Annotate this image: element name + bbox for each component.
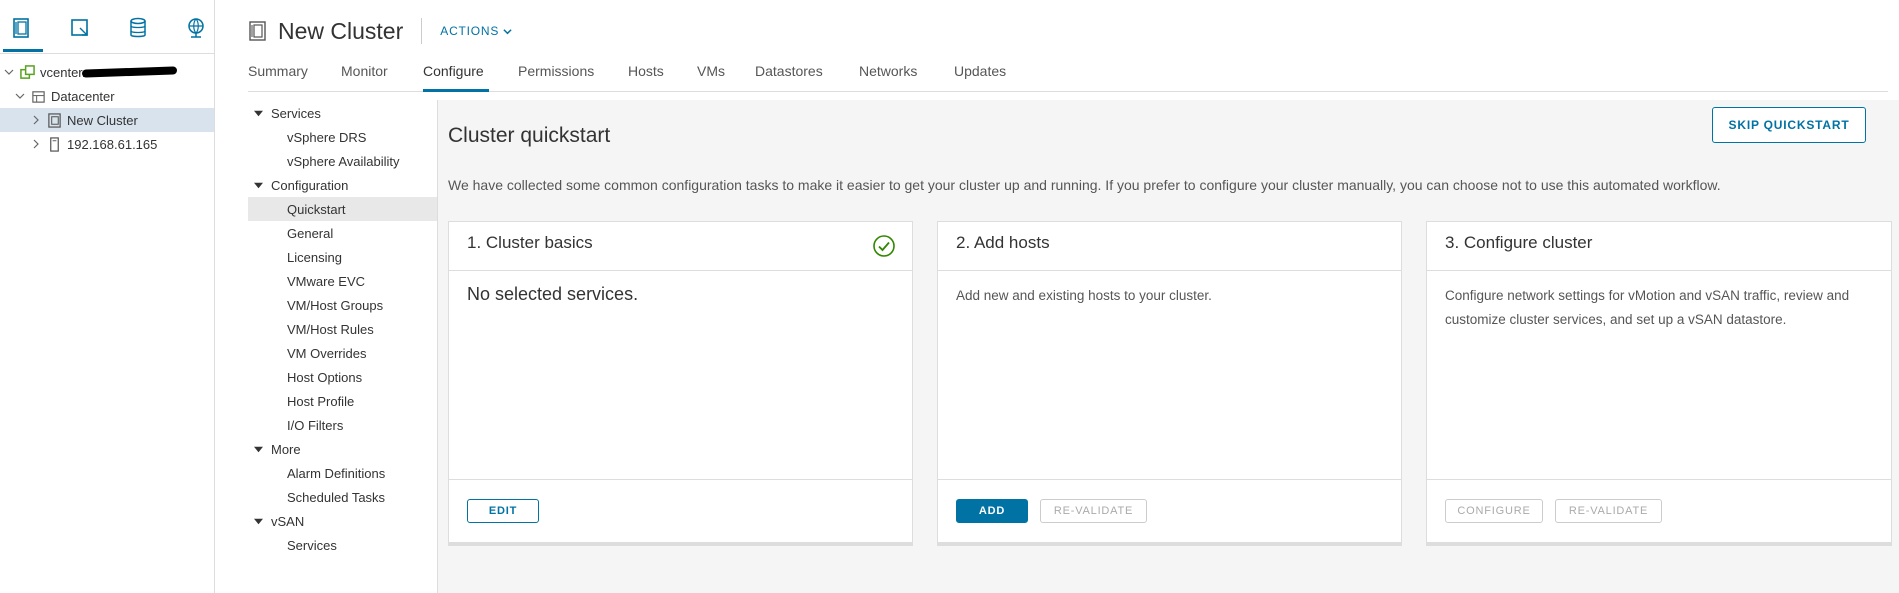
vcenter-icon — [19, 64, 35, 80]
tab-summary[interactable]: Summary — [248, 63, 308, 79]
cluster-icon — [46, 112, 62, 128]
card-divider — [938, 479, 1401, 480]
actions-label: ACTIONS — [440, 24, 500, 38]
caret-down-icon — [254, 110, 263, 116]
object-header: New Cluster ACTIONS — [248, 16, 512, 46]
subnav-item-vm-overrides[interactable]: VM Overrides — [248, 341, 437, 365]
configure-button[interactable]: CONFIGURE — [1445, 499, 1543, 523]
inventory-navigator: vcenter. Datacenter New Cluster 192.168.… — [0, 0, 215, 593]
tab-hosts[interactable]: Hosts — [628, 63, 664, 79]
chevron-right-icon[interactable] — [30, 138, 42, 150]
card-title: 1. Cluster basics — [467, 233, 593, 252]
chevron-right-icon[interactable] — [30, 114, 42, 126]
subnav-item-vsphere-availability[interactable]: vSphere Availability — [248, 149, 437, 173]
subnav-item-vm-host-rules[interactable]: VM/Host Rules — [248, 317, 437, 341]
redaction-mark — [81, 66, 177, 78]
datacenter-icon — [30, 88, 46, 104]
check-circle-icon — [873, 235, 895, 257]
add-button[interactable]: ADD — [956, 499, 1028, 523]
tab-configure[interactable]: Configure — [423, 63, 484, 79]
chevron-down-icon[interactable] — [3, 66, 15, 78]
subnav-item-alarm-definitions[interactable]: Alarm Definitions — [248, 461, 437, 485]
card-divider — [1427, 270, 1891, 271]
subnav-item-quickstart[interactable]: Quickstart — [248, 197, 437, 221]
storage-icon[interactable] — [124, 14, 152, 42]
active-tab-indicator — [3, 49, 43, 52]
vsphere-client: vcenter. Datacenter New Cluster 192.168.… — [0, 0, 1899, 593]
card-body: Add new and existing hosts to your clust… — [956, 288, 1212, 303]
tree-item-label: Datacenter — [51, 88, 115, 104]
caret-down-icon — [254, 182, 263, 188]
subnav-group-configuration[interactable]: Configuration — [248, 173, 437, 197]
hosts-clusters-icon[interactable] — [8, 14, 36, 42]
subnav-item-host-profile[interactable]: Host Profile — [248, 389, 437, 413]
card-divider — [938, 270, 1401, 271]
subnav-item-io-filters[interactable]: I/O Filters — [248, 413, 437, 437]
subnav-item-vsan-services[interactable]: Services — [248, 533, 437, 557]
card-cluster-basics: 1. Cluster basics No selected services. … — [448, 221, 913, 543]
chevron-down-icon — [503, 28, 512, 34]
configure-subnav: Services vSphere DRS vSphere Availabilit… — [248, 100, 438, 593]
tree-item-label: New Cluster — [67, 112, 138, 128]
subnav-group-more[interactable]: More — [248, 437, 437, 461]
edit-button[interactable]: EDIT — [467, 499, 539, 523]
tab-networks[interactable]: Networks — [859, 63, 917, 79]
subnav-item-general[interactable]: General — [248, 221, 437, 245]
card-title: 2. Add hosts — [956, 233, 1050, 252]
card-divider — [449, 479, 912, 480]
subnav-item-scheduled-tasks[interactable]: Scheduled Tasks — [248, 485, 437, 509]
active-tab-underline — [423, 89, 489, 92]
subnav-item-vsphere-drs[interactable]: vSphere DRS — [248, 125, 437, 149]
actions-menu-button[interactable]: ACTIONS — [440, 24, 512, 38]
quickstart-title: Cluster quickstart — [448, 124, 611, 147]
tree-item-label: vcenter. — [40, 64, 86, 80]
caret-down-icon — [254, 518, 263, 524]
subnav-item-vm-host-groups[interactable]: VM/Host Groups — [248, 293, 437, 317]
tree-item-cluster[interactable]: New Cluster — [0, 108, 214, 132]
tab-vms[interactable]: VMs — [697, 63, 725, 79]
subnav-group-services[interactable]: Services — [248, 101, 437, 125]
skip-quickstart-button[interactable]: SKIP QUICKSTART — [1712, 107, 1866, 143]
subnav-group-label: Services — [271, 105, 321, 121]
card-divider — [449, 270, 912, 271]
subnav-group-label: vSAN — [271, 513, 305, 529]
chevron-down-icon[interactable] — [14, 90, 26, 102]
subnav-item-licensing[interactable]: Licensing — [248, 245, 437, 269]
quickstart-description: We have collected some common configurat… — [448, 177, 1721, 193]
subnav-item-vmware-evc[interactable]: VMware EVC — [248, 269, 437, 293]
tree-item-label: 192.168.61.165 — [67, 136, 158, 152]
card-body: No selected services. — [467, 284, 639, 304]
caret-down-icon — [254, 446, 263, 452]
tree-item-vcenter[interactable]: vcenter. — [0, 60, 214, 84]
page-title: New Cluster — [278, 17, 404, 44]
tab-datastores[interactable]: Datastores — [755, 63, 823, 79]
object-tabs: Summary Monitor Configure Permissions Ho… — [248, 58, 1888, 92]
host-icon — [46, 136, 62, 152]
tab-updates[interactable]: Updates — [954, 63, 1006, 79]
subnav-group-vsan[interactable]: vSAN — [248, 509, 437, 533]
tree-item-datacenter[interactable]: Datacenter — [0, 84, 214, 108]
tab-permissions[interactable]: Permissions — [518, 63, 594, 79]
networking-icon[interactable] — [182, 14, 210, 42]
revalidate-button[interactable]: RE-VALIDATE — [1555, 499, 1662, 523]
revalidate-button[interactable]: RE-VALIDATE — [1040, 499, 1147, 523]
cluster-icon — [249, 21, 266, 41]
card-configure-cluster: 3. Configure cluster Configure network s… — [1426, 221, 1892, 543]
card-body: Configure network settings for vMotion a… — [1445, 288, 1850, 327]
card-add-hosts: 2. Add hosts Add new and existing hosts … — [937, 221, 1402, 543]
subnav-group-label: Configuration — [271, 177, 349, 193]
subnav-group-label: More — [271, 441, 301, 457]
tree-item-host[interactable]: 192.168.61.165 — [0, 132, 214, 156]
tab-monitor[interactable]: Monitor — [341, 63, 388, 79]
navigator-tabs — [0, 0, 214, 54]
quickstart-panel: Cluster quickstart SKIP QUICKSTART We ha… — [438, 100, 1899, 593]
card-divider — [1427, 479, 1891, 480]
card-title: 3. Configure cluster — [1445, 233, 1593, 252]
header-divider — [421, 18, 423, 44]
subnav-item-host-options[interactable]: Host Options — [248, 365, 437, 389]
vms-templates-icon[interactable] — [66, 14, 94, 42]
